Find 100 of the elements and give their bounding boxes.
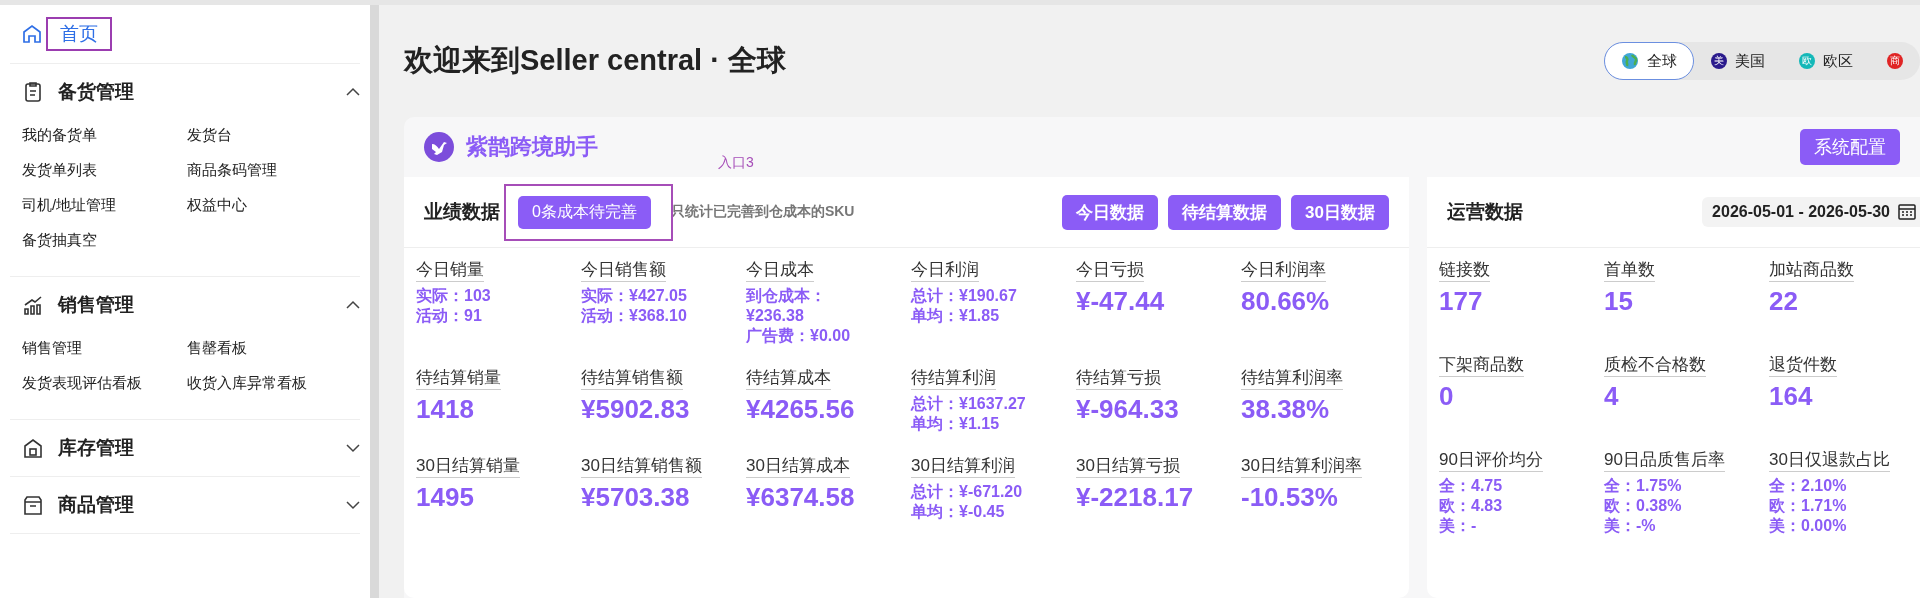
- metric-detail: 活动：¥368.10: [581, 306, 687, 326]
- date-range-picker[interactable]: 2026-05-01 - 2026-05-30: [1702, 197, 1920, 227]
- metric-label: 加站商品数: [1769, 258, 1854, 282]
- metric-label: 30日结算利润: [911, 454, 1015, 478]
- sidebar-item[interactable]: 销售管理: [22, 339, 187, 358]
- range-button[interactable]: 待结算数据: [1168, 194, 1282, 230]
- metric-label: 今日销售额: [581, 258, 666, 282]
- metric-value: ¥6374.58: [746, 482, 855, 513]
- metric-label: 今日利润: [911, 258, 979, 282]
- sidebar-item[interactable]: 权益中心: [187, 196, 377, 215]
- region-badge: 欧: [1799, 53, 1815, 69]
- region-label: 欧区: [1823, 51, 1853, 71]
- box-icon: [22, 494, 44, 516]
- metric-label: 今日销量: [416, 258, 484, 282]
- region-label: 全球: [1647, 51, 1677, 71]
- metric-label: 今日成本: [746, 258, 814, 282]
- home-link[interactable]: 首页: [46, 17, 112, 51]
- region-tab[interactable]: 商: [1870, 42, 1920, 80]
- chevron-icon[interactable]: [346, 300, 360, 310]
- metric-label: 待结算利润: [911, 366, 996, 390]
- metric-label: 30日结算销售额: [581, 454, 702, 478]
- metric-detail: 总计：¥190.67: [911, 286, 1017, 306]
- region-badge: 美: [1711, 53, 1727, 69]
- sidebar-item[interactable]: 我的备货单: [22, 126, 187, 145]
- sidebar-section[interactable]: 商品管理: [58, 492, 332, 518]
- sidebar-item[interactable]: 备货抽真空: [22, 231, 187, 250]
- metric-detail: 实际：¥427.05: [581, 286, 687, 306]
- metric-label: 30日结算亏损: [1076, 454, 1180, 478]
- sidebar-item[interactable]: 发货台: [187, 126, 377, 145]
- chevron-icon[interactable]: [346, 500, 360, 510]
- metric-detail: 美：-%: [1604, 516, 1657, 536]
- metric-value: 1418: [416, 394, 474, 425]
- sidebar-item[interactable]: 售罄看板: [187, 339, 377, 358]
- metric-detail: 实际：103: [416, 286, 491, 306]
- sidebar-section[interactable]: 销售管理: [58, 292, 332, 318]
- bar-chart-icon: [22, 294, 44, 316]
- section-title: 运营数据: [1447, 200, 1523, 224]
- metric-detail: 欧：0.38%: [1604, 496, 1682, 516]
- metric-detail: 总计：¥1637.27: [911, 394, 1026, 414]
- metric-detail: 欧：4.83: [1439, 496, 1503, 516]
- sidebar-item[interactable]: 收货入库异常看板: [187, 374, 377, 393]
- metric-label: 30日结算销量: [416, 454, 520, 478]
- metric-label: 链接数: [1439, 258, 1490, 282]
- metric-value: 38.38%: [1241, 394, 1330, 425]
- metric-label: 今日亏损: [1076, 258, 1144, 282]
- pending-cost-button[interactable]: 0条成本待完善: [518, 195, 651, 229]
- sidebar-item[interactable]: 发货单列表: [22, 161, 187, 180]
- metric-value: 4: [1604, 381, 1619, 412]
- metric-detail: 活动：91: [416, 306, 483, 326]
- metric-value: ¥-2218.17: [1076, 482, 1194, 513]
- metric-label: 90日评价均分: [1439, 448, 1543, 472]
- region-label: 美国: [1735, 51, 1765, 71]
- metric-value: 164: [1769, 381, 1813, 412]
- bird-logo-icon: [424, 132, 454, 162]
- region-tab[interactable]: 欧 欧区: [1782, 42, 1870, 80]
- home-icon: [22, 24, 42, 44]
- sidebar-item[interactable]: 司机/地址管理: [22, 196, 187, 215]
- metric-detail: 广告费：¥0.00: [746, 326, 851, 346]
- metric-label: 今日利润率: [1241, 258, 1326, 282]
- chevron-icon[interactable]: [346, 443, 360, 453]
- metric-detail: ¥236.38: [746, 306, 805, 326]
- sidebar-section[interactable]: 备货管理: [58, 79, 332, 105]
- metric-detail: 全：2.10%: [1769, 476, 1847, 496]
- metric-value: 80.66%: [1241, 286, 1330, 317]
- section-title: 业绩数据: [424, 200, 500, 224]
- metric-label: 待结算利润率: [1241, 366, 1343, 390]
- metric-value: ¥5902.83: [581, 394, 690, 425]
- region-badge: 商: [1887, 53, 1903, 69]
- annotation-label: 入口3: [718, 153, 754, 172]
- chevron-icon[interactable]: [346, 87, 360, 97]
- range-button[interactable]: 30日数据: [1291, 194, 1389, 230]
- page-title: 欢迎来到Seller central · 全球: [404, 43, 787, 78]
- metric-value: 15: [1604, 286, 1633, 317]
- metric-value: 0: [1439, 381, 1454, 412]
- sidebar-section[interactable]: 库存管理: [58, 435, 332, 461]
- sidebar-item[interactable]: 商品条码管理: [187, 161, 377, 180]
- metric-label: 退货件数: [1769, 353, 1837, 377]
- metric-label: 首单数: [1604, 258, 1655, 282]
- metric-label: 待结算亏损: [1076, 366, 1161, 390]
- metric-label: 90日品质售后率: [1604, 448, 1725, 472]
- metric-label: 30日结算利润率: [1241, 454, 1362, 478]
- sidebar-item[interactable]: 发货表现评估看板: [22, 374, 187, 393]
- metric-detail: 美：0.00%: [1769, 516, 1847, 536]
- metric-detail: 欧：1.71%: [1769, 496, 1847, 516]
- metric-detail: 单均：¥1.15: [911, 414, 1001, 434]
- metric-label: 待结算销量: [416, 366, 501, 390]
- config-button[interactable]: 系统配置: [1800, 129, 1900, 165]
- metric-label: 待结算销售额: [581, 366, 683, 390]
- metric-value: ¥4265.56: [746, 394, 855, 425]
- region-tab[interactable]: 全球: [1604, 42, 1694, 80]
- metric-detail: 美：-: [1439, 516, 1478, 536]
- metric-detail: 全：4.75: [1439, 476, 1503, 496]
- metric-label: 质检不合格数: [1604, 353, 1706, 377]
- region-tab[interactable]: 美 美国: [1694, 42, 1782, 80]
- range-button[interactable]: 今日数据: [1062, 194, 1159, 230]
- metric-value: 22: [1769, 286, 1798, 317]
- metric-label: 30日结算成本: [746, 454, 850, 478]
- calendar-icon: [1898, 204, 1916, 220]
- metric-detail: 全：1.75%: [1604, 476, 1682, 496]
- metric-label: 30日仅退款占比: [1769, 448, 1890, 472]
